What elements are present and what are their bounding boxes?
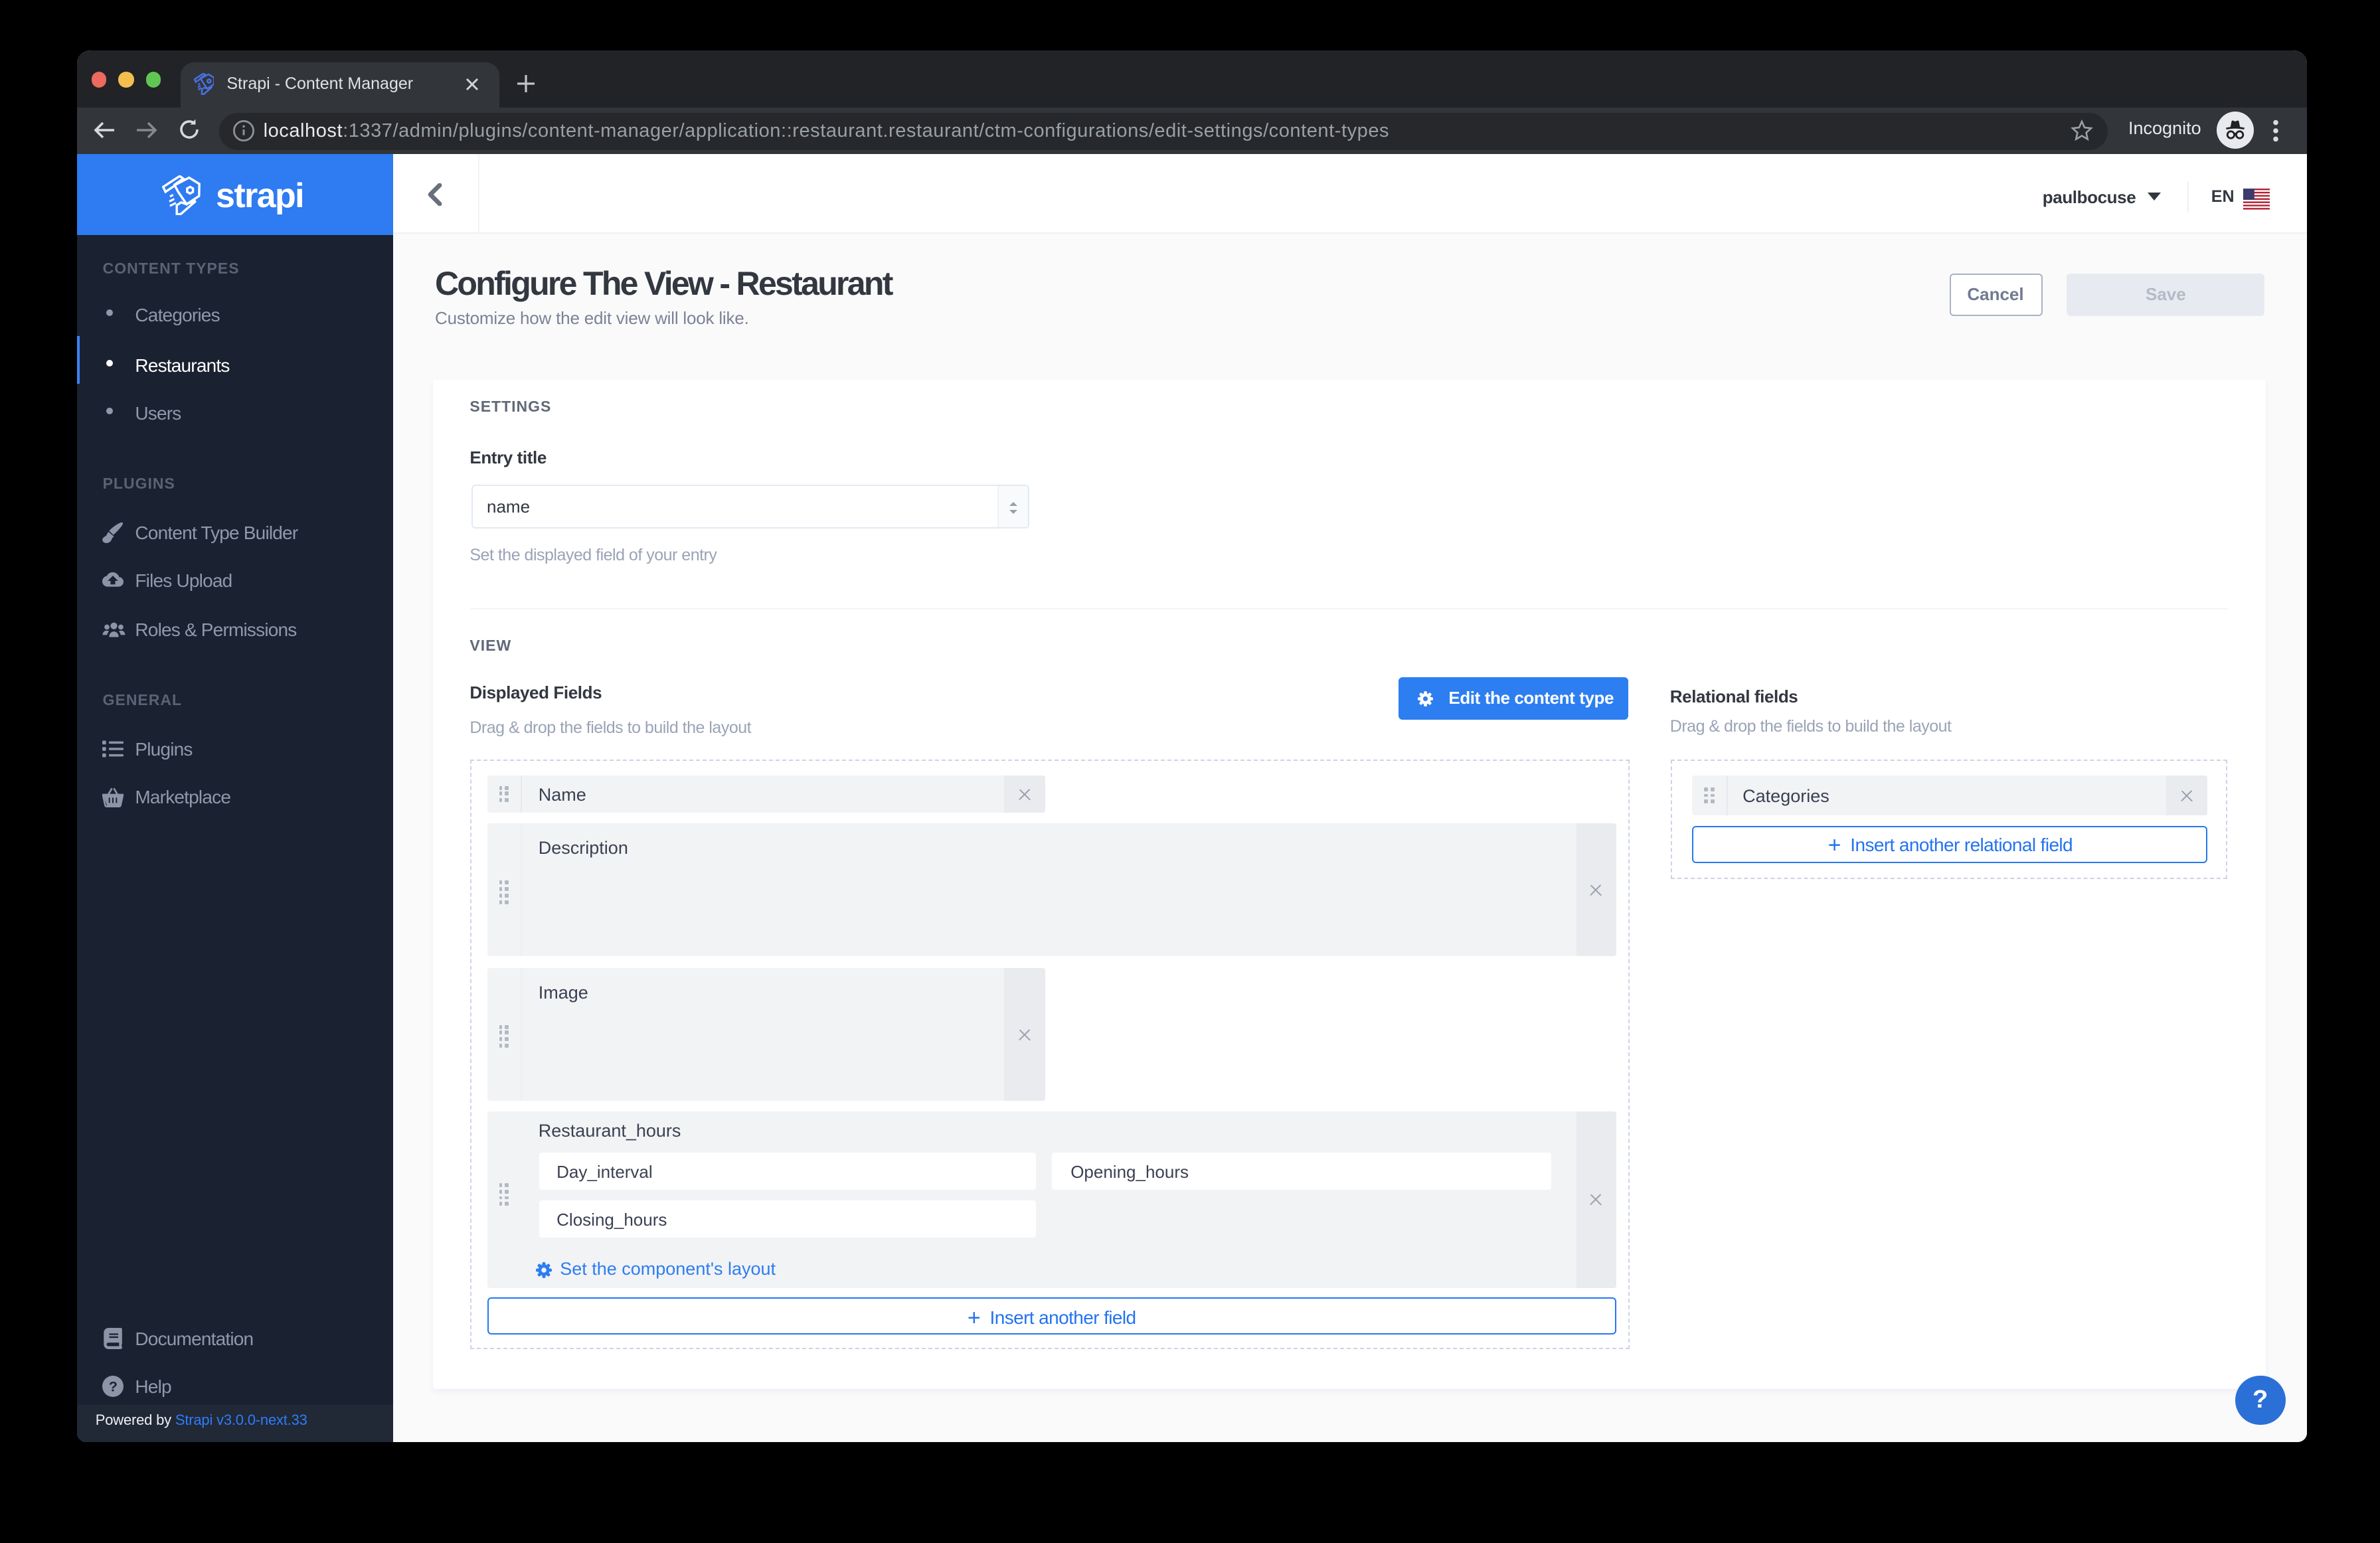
svg-text:?: ? <box>109 1378 117 1394</box>
